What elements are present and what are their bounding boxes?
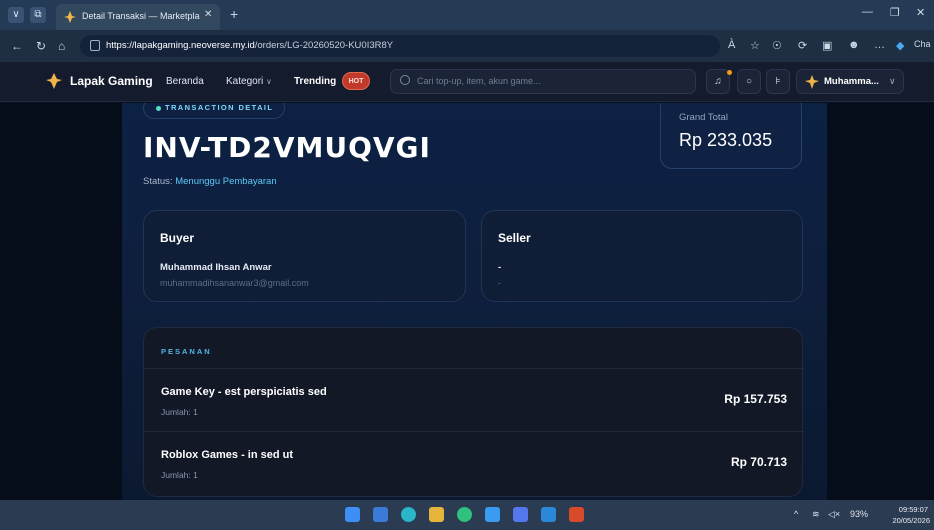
grand-total-label: Grand Total — [679, 112, 728, 123]
store-icon[interactable] — [485, 507, 500, 522]
clock-date[interactable]: 20/05/2026 — [878, 516, 930, 525]
volume-icon[interactable]: ◁× — [828, 509, 840, 520]
invoice-number: INV-TD2VMUQVGI — [143, 131, 431, 164]
windows-taskbar: ^ ≋ ◁× 93% 09:59:07 20/05/2026 — [0, 500, 934, 530]
wifi-icon[interactable]: ≋ — [812, 509, 820, 520]
lapak-gaming-logo-icon[interactable] — [45, 72, 63, 90]
hot-badge: HOT — [342, 72, 370, 90]
page-content: TRANSACTION DETAIL INV-TD2VMUQVGI Status… — [0, 103, 934, 500]
brand-name[interactable]: Lapak Gaming — [70, 74, 153, 88]
seller-title: Seller — [498, 231, 531, 245]
collections-icon[interactable]: ▣ — [822, 39, 832, 52]
nav-trending[interactable]: Trending — [294, 76, 336, 87]
read-aloud-icon[interactable]: À — [728, 39, 735, 51]
item-price: Rp 70.713 — [730, 455, 787, 469]
url-input[interactable]: https://lapakgaming.neoverse.my.id/order… — [80, 35, 720, 57]
tab-title: Detail Transaksi — Marketplace Ga — [82, 11, 200, 21]
item-name: Roblox Games - in sed ut — [161, 449, 294, 461]
seller-card: Seller - - — [481, 210, 803, 302]
address-bar-row: ← ↻ ⌂ https://lapakgaming.neoverse.my.id… — [0, 30, 934, 62]
buyer-email: muhammadihsananwar3@gmail.com — [160, 278, 309, 288]
backdrop-left — [0, 103, 122, 500]
user-menu-button[interactable]: Muhamma... ∨ — [796, 69, 904, 94]
buyer-card: Buyer Muhammad Ihsan Anwar muhammadihsan… — [143, 210, 466, 302]
tab-close-icon[interactable]: ✕ — [204, 9, 212, 20]
notepad-icon[interactable] — [513, 507, 528, 522]
battery-icon[interactable]: 93% — [850, 509, 868, 519]
more-icon[interactable]: … — [874, 39, 885, 51]
seller-name: - — [498, 262, 502, 273]
grand-total-card: Grand Total Rp 233.035 — [660, 103, 802, 169]
buyer-name: Muhammad Ihsan Anwar — [160, 262, 272, 273]
status-value: Menunggu Pembayaran — [175, 176, 277, 187]
order-item-row: Roblox Games - in sed ut Jumlah: 1 Rp 70… — [144, 432, 804, 494]
chevron-down-icon: ∨ — [266, 77, 272, 86]
tab-detail-transaksi[interactable]: Detail Transaksi — Marketplace Ga ✕ — [56, 4, 220, 30]
search-placeholder: Cari top-up, item, akun game... — [417, 76, 541, 86]
buyer-title: Buyer — [160, 231, 195, 245]
clock-time[interactable]: 09:59:07 — [890, 505, 928, 514]
chrome-icon[interactable] — [457, 507, 472, 522]
site-navbar: Lapak Gaming Beranda Kategori ∨ Trending… — [0, 62, 934, 102]
close-window-icon[interactable]: ✕ — [916, 6, 925, 19]
item-quantity: Jumlah: 1 — [161, 407, 198, 417]
lock-icon — [90, 40, 100, 51]
vscode-icon[interactable] — [541, 507, 556, 522]
refresh-icon[interactable]: ↻ — [36, 39, 46, 53]
backdrop-right — [827, 103, 934, 500]
seller-email: - — [498, 278, 501, 288]
chevron-down-icon: ∨ — [889, 76, 896, 86]
windows-start-icon[interactable] — [345, 507, 360, 522]
workspaces-icon[interactable]: ⧉ — [30, 7, 46, 23]
restore-icon[interactable]: ❐ — [890, 6, 900, 19]
file-explorer-icon[interactable] — [429, 507, 444, 522]
copilot-icon[interactable]: ◆ — [896, 39, 904, 52]
status-dot-icon — [156, 106, 161, 111]
item-price: Rp 157.753 — [724, 392, 787, 406]
copilot-label[interactable]: Cha — [914, 39, 931, 49]
chat-icon[interactable]: ○ — [737, 69, 761, 94]
orders-card: PESANAN Game Key - est perspiciatis sed … — [143, 327, 804, 497]
url-text: https://lapakgaming.neoverse.my.id/order… — [106, 40, 394, 51]
home-icon[interactable]: ⌂ — [58, 39, 65, 53]
edge-icon[interactable] — [401, 507, 416, 522]
new-tab-button[interactable]: + — [230, 6, 238, 22]
avatar — [805, 75, 819, 89]
favorites-star-icon[interactable]: ☆ — [750, 39, 760, 52]
search-input[interactable]: Cari top-up, item, akun game... — [390, 69, 696, 94]
transaction-status: Status: Menunggu Pembayaran — [143, 176, 277, 187]
app-icon[interactable] — [569, 507, 584, 522]
battery-label: 93% — [850, 509, 869, 519]
user-name: Muhamma... — [824, 76, 879, 87]
chevron-up-icon[interactable]: ^ — [794, 509, 798, 519]
grand-total-value: Rp 233.035 — [679, 130, 773, 150]
browser-tab-strip: ∨ ⧉ Detail Transaksi — Marketplace Ga ✕ … — [0, 0, 934, 30]
search-icon — [400, 75, 410, 85]
notification-dot — [727, 70, 732, 75]
nav-beranda[interactable]: Beranda — [166, 76, 204, 87]
orders-heading: PESANAN — [161, 347, 212, 356]
minimize-icon[interactable]: — — [862, 6, 873, 18]
tab-actions-button[interactable]: ∨ — [8, 7, 24, 23]
extensions-icon[interactable]: ⟳ — [798, 39, 807, 52]
profile-icon[interactable]: ☻ — [848, 39, 860, 51]
browser-essentials-icon[interactable]: ☉ — [772, 39, 782, 52]
nav-kategori[interactable]: Kategori ∨ — [226, 76, 272, 87]
order-item-row: Game Key - est perspiciatis sed Jumlah: … — [144, 369, 804, 431]
transaction-detail-chip: TRANSACTION DETAIL — [143, 103, 285, 119]
back-icon[interactable]: ← — [11, 39, 23, 53]
chip-label: TRANSACTION DETAIL — [165, 103, 274, 112]
cart-icon[interactable]: ⊧ — [766, 69, 790, 94]
item-name: Game Key - est perspiciatis sed — [161, 386, 327, 398]
item-quantity: Jumlah: 1 — [161, 470, 198, 480]
task-view-icon[interactable] — [373, 507, 388, 522]
site-favicon-icon — [64, 11, 76, 23]
